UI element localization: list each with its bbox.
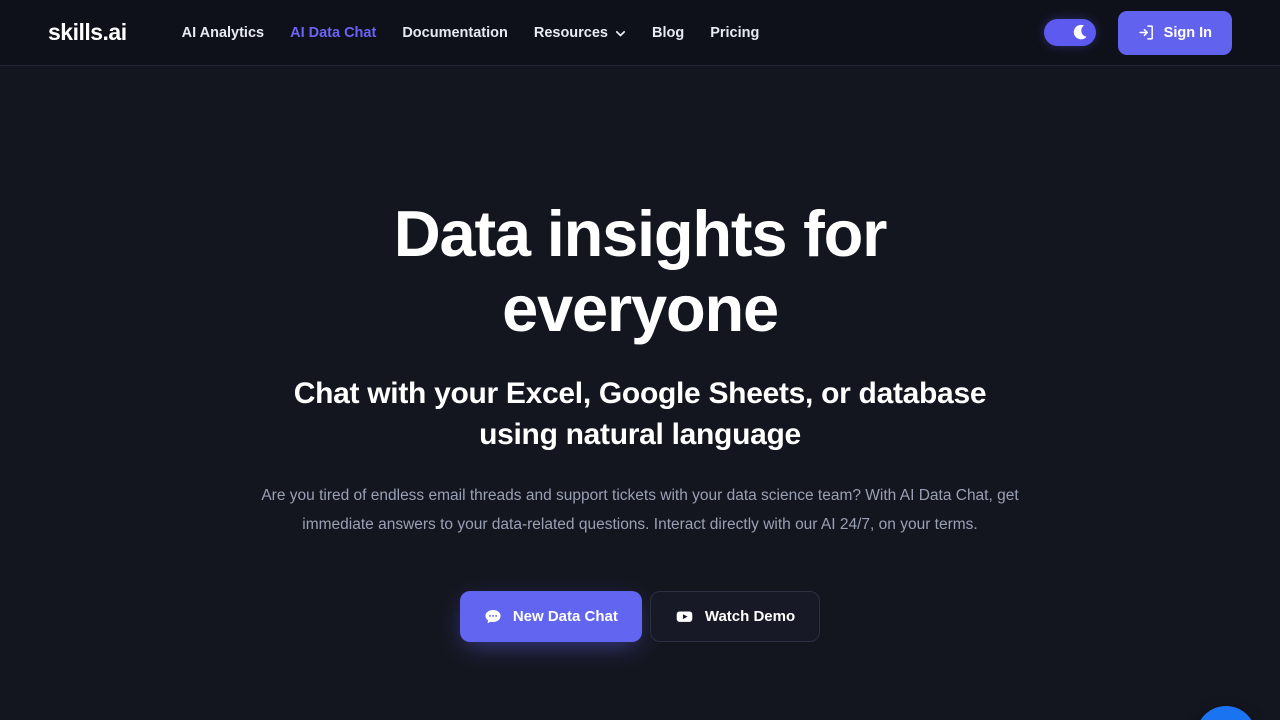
chat-widget-button[interactable] — [1196, 706, 1256, 720]
nav-label: AI Analytics — [181, 24, 265, 41]
header-actions: Sign In — [1043, 10, 1232, 55]
watch-demo-button[interactable]: Watch Demo — [649, 591, 821, 642]
nav-label: AI Data Chat — [290, 24, 377, 41]
nav-label: Pricing — [710, 24, 760, 41]
chevron-down-icon — [615, 28, 626, 39]
nav-label: Resources — [533, 24, 608, 41]
cta-button-row: New Data Chat Watch Demo — [459, 591, 821, 642]
brand-logo[interactable]: skills.ai — [48, 19, 127, 46]
hero-subtitle: Chat with your Excel, Google Sheets, or … — [293, 377, 987, 451]
watch-demo-label: Watch Demo — [704, 608, 796, 625]
nav-label: Blog — [652, 24, 685, 41]
new-data-chat-label: New Data Chat — [512, 608, 618, 625]
nav-label: Documentation — [402, 24, 508, 41]
hero-description: Are you tired of endless email threads a… — [261, 487, 1019, 533]
nav-item-pricing[interactable]: Pricing — [697, 19, 772, 47]
nav-item-ai-data-chat[interactable]: AI Data Chat — [277, 19, 389, 47]
nav-item-documentation[interactable]: Documentation — [389, 19, 521, 47]
nav-item-blog[interactable]: Blog — [639, 19, 697, 47]
main-navigation: AI Analytics AI Data Chat Documentation … — [169, 19, 773, 47]
moon-icon — [1072, 23, 1092, 43]
hero-section: Data insights for everyone Chat with you… — [0, 66, 1280, 720]
site-header: skills.ai AI Analytics AI Data Chat Docu… — [0, 0, 1280, 66]
sign-in-button[interactable]: Sign In — [1117, 10, 1232, 55]
page-title: Data insights for everyone — [393, 197, 888, 345]
nav-item-resources[interactable]: Resources — [521, 19, 639, 47]
login-icon — [1138, 24, 1155, 41]
new-data-chat-button[interactable]: New Data Chat — [459, 591, 642, 642]
sign-in-label: Sign In — [1163, 24, 1212, 41]
youtube-play-icon — [675, 607, 694, 626]
chat-bubble-icon — [484, 608, 502, 626]
dark-mode-toggle[interactable] — [1043, 19, 1096, 46]
nav-item-ai-analytics[interactable]: AI Analytics — [169, 19, 277, 47]
